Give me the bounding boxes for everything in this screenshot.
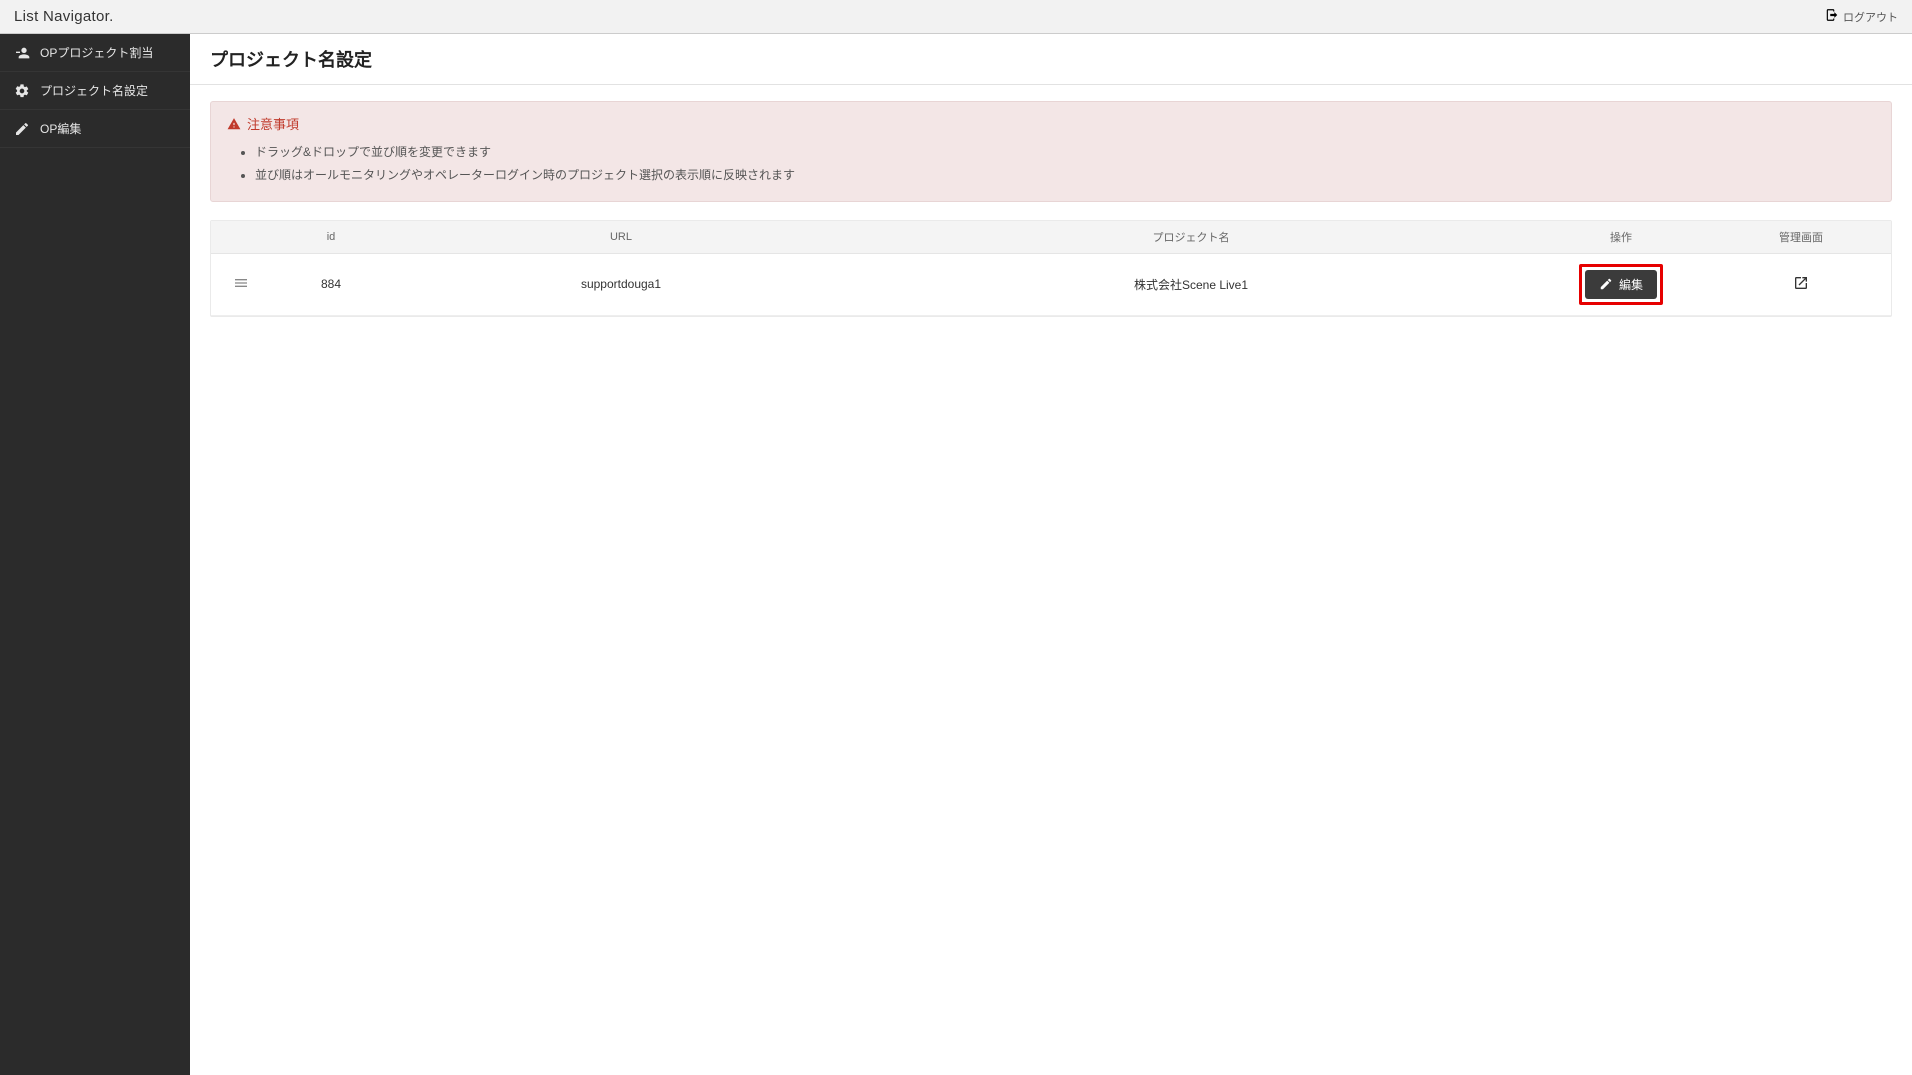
admin-external-link[interactable] xyxy=(1793,275,1809,291)
logout-label: ログアウト xyxy=(1843,9,1898,25)
logout-icon xyxy=(1825,8,1839,25)
brand-title: List Navigator. xyxy=(14,8,114,25)
warning-icon xyxy=(227,117,241,131)
pencil-square-icon xyxy=(1599,277,1613,291)
sidebar-item-op-edit[interactable]: OP編集 xyxy=(0,110,190,148)
notice-item: ドラッグ&ドロップで並び順を変更できます xyxy=(255,141,1875,164)
cell-project-name: 株式会社Scene Live1 xyxy=(851,253,1531,315)
edit-icon xyxy=(14,121,30,137)
project-table-wrap: id URL プロジェクト名 操作 管理画面 xyxy=(210,220,1892,317)
cell-id: 884 xyxy=(271,253,391,315)
sidebar-item-project-name-settings[interactable]: プロジェクト名設定 xyxy=(0,72,190,110)
notice-title-row: 注意事項 xyxy=(227,114,1875,133)
sidebar-item-label: OPプロジェクト割当 xyxy=(40,44,153,61)
cell-url: supportdouga1 xyxy=(391,253,851,315)
drag-handle-icon[interactable] xyxy=(233,275,249,291)
notice-box: 注意事項 ドラッグ&ドロップで並び順を変更できます 並び順はオールモニタリングや… xyxy=(210,101,1892,202)
page-title: プロジェクト名設定 xyxy=(210,46,1892,72)
gear-icon xyxy=(14,83,30,99)
edit-button-label: 編集 xyxy=(1619,276,1643,293)
top-bar: List Navigator. ログアウト xyxy=(0,0,1912,34)
page-header: プロジェクト名設定 xyxy=(190,34,1912,85)
logout-link[interactable]: ログアウト xyxy=(1825,8,1898,25)
col-header-action: 操作 xyxy=(1531,221,1711,254)
user-minus-icon xyxy=(14,45,30,61)
table-row: 884 supportdouga1 株式会社Scene Live1 編集 xyxy=(211,253,1891,315)
notice-title-text: 注意事項 xyxy=(247,114,299,133)
sidebar-item-label: プロジェクト名設定 xyxy=(40,82,148,99)
project-table: id URL プロジェクト名 操作 管理画面 xyxy=(211,221,1891,316)
col-header-admin: 管理画面 xyxy=(1711,221,1891,254)
sidebar: OPプロジェクト割当 プロジェクト名設定 OP編集 xyxy=(0,34,190,1075)
col-header-url: URL xyxy=(391,221,851,254)
notice-item: 並び順はオールモニタリングやオペレーターログイン時のプロジェクト選択の表示順に反… xyxy=(255,164,1875,187)
edit-button[interactable]: 編集 xyxy=(1585,270,1657,299)
col-header-id: id xyxy=(271,221,391,254)
col-header-project-name: プロジェクト名 xyxy=(851,221,1531,254)
external-link-icon xyxy=(1793,275,1809,291)
edit-button-highlight: 編集 xyxy=(1579,264,1663,305)
notice-list: ドラッグ&ドロップで並び順を変更できます 並び順はオールモニタリングやオペレータ… xyxy=(227,141,1875,187)
sidebar-item-op-project-assign[interactable]: OPプロジェクト割当 xyxy=(0,34,190,72)
col-header-drag xyxy=(211,221,271,254)
main-content: プロジェクト名設定 注意事項 ドラッグ&ドロップで並び順を変更できます 並び順は… xyxy=(190,34,1912,1075)
sidebar-item-label: OP編集 xyxy=(40,120,81,137)
